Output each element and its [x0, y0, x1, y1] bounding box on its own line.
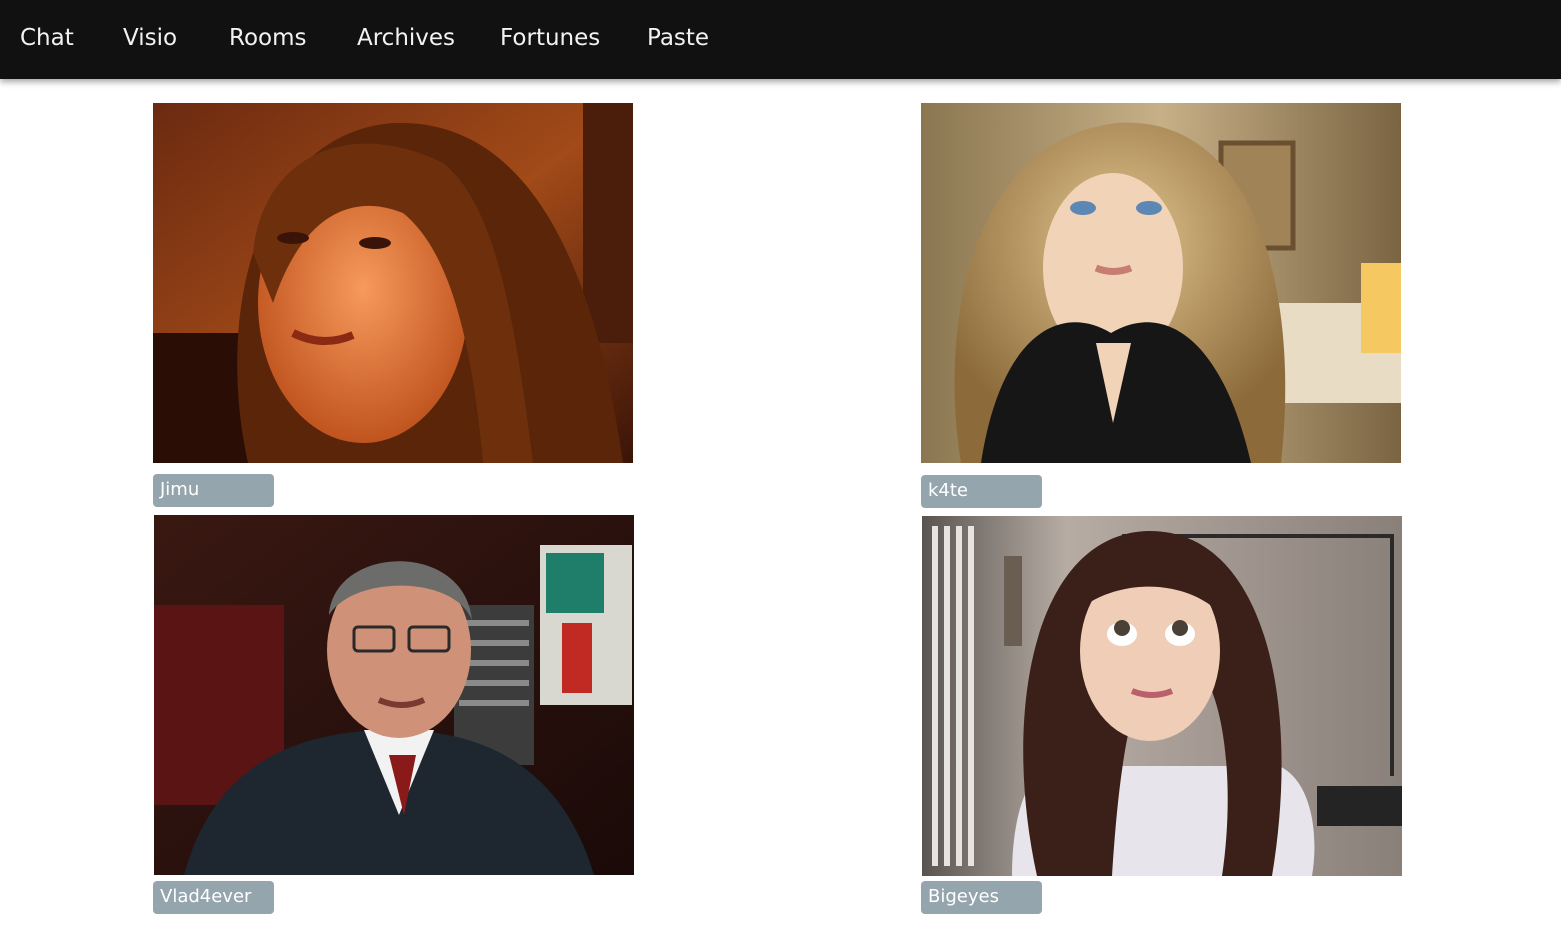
participant-label-bigeyes: Bigeyes — [921, 881, 1042, 914]
nav-rooms[interactable]: Rooms — [229, 0, 306, 79]
video-tile-jimu[interactable] — [153, 103, 633, 463]
nav-chat[interactable]: Chat — [20, 0, 74, 79]
webcam-video — [921, 103, 1401, 463]
webcam-video — [153, 103, 633, 463]
nav-visio[interactable]: Visio — [123, 0, 177, 79]
webcam-video — [922, 516, 1402, 876]
nav-fortunes[interactable]: Fortunes — [500, 0, 600, 79]
webcam-video — [154, 515, 634, 875]
video-tile-k4te[interactable] — [921, 103, 1401, 463]
video-tile-vlad4ever[interactable] — [154, 515, 634, 875]
participant-label-jimu: Jimu — [153, 474, 274, 507]
nav-paste[interactable]: Paste — [647, 0, 709, 79]
video-tile-bigeyes[interactable] — [922, 516, 1402, 876]
nav-archives[interactable]: Archives — [357, 0, 455, 79]
participant-label-vlad4ever: Vlad4ever — [153, 881, 274, 914]
top-nav-bar: Chat Visio Rooms Archives Fortunes Paste — [0, 0, 1561, 79]
participant-label-k4te: k4te — [921, 475, 1042, 508]
